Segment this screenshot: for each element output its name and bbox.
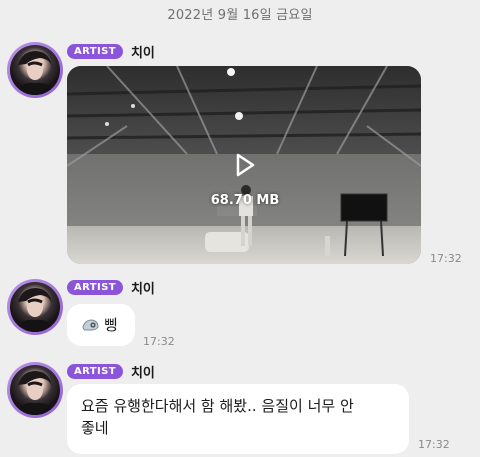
message-time: 17:32 [143, 335, 175, 348]
sender-name[interactable]: 치이 [131, 362, 155, 381]
avatar[interactable] [7, 42, 63, 98]
avatar[interactable] [7, 362, 63, 418]
message-text-line: 좋네 [81, 419, 109, 437]
avatar-portrait-icon [15, 288, 55, 332]
sender-name[interactable]: 치이 [131, 278, 155, 297]
avatar-image [10, 365, 60, 415]
message-time: 17:32 [430, 252, 462, 265]
sender-row: ARTIST 치이 [67, 278, 155, 297]
message-bubble[interactable]: 삥 [67, 304, 135, 346]
sender-name[interactable]: 치이 [131, 42, 155, 61]
date-separator: 2022년 9월 16일 금요일 [167, 8, 313, 23]
play-button[interactable] [218, 146, 272, 184]
avatar-portrait-icon [15, 51, 55, 95]
message-text: 삥 [104, 316, 118, 334]
avatar-image [10, 282, 60, 332]
video-file-size: 68.70 MB [210, 193, 280, 208]
chat-screen: 2022년 9월 16일 금요일 ARTIST 치이 68.70 MB 17:3… [0, 0, 480, 457]
artist-badge: ARTIST [67, 279, 123, 295]
message-text-line: 요즘 유행한다해서 함 해봤.. 음질이 너무 안 [81, 397, 354, 415]
artist-badge: ARTIST [67, 363, 123, 379]
speaker-emoji-icon [82, 319, 99, 331]
avatar[interactable] [7, 279, 63, 335]
play-icon [236, 153, 255, 177]
message-time: 17:32 [418, 438, 450, 451]
message-bubble[interactable]: 요즘 유행한다해서 함 해봤.. 음질이 너무 안 좋네 [67, 384, 409, 454]
sender-row: ARTIST 치이 [67, 362, 155, 381]
artist-badge: ARTIST [67, 43, 123, 59]
sender-row: ARTIST 치이 [67, 42, 155, 61]
avatar-portrait-icon [15, 371, 55, 415]
avatar-image [10, 45, 60, 95]
